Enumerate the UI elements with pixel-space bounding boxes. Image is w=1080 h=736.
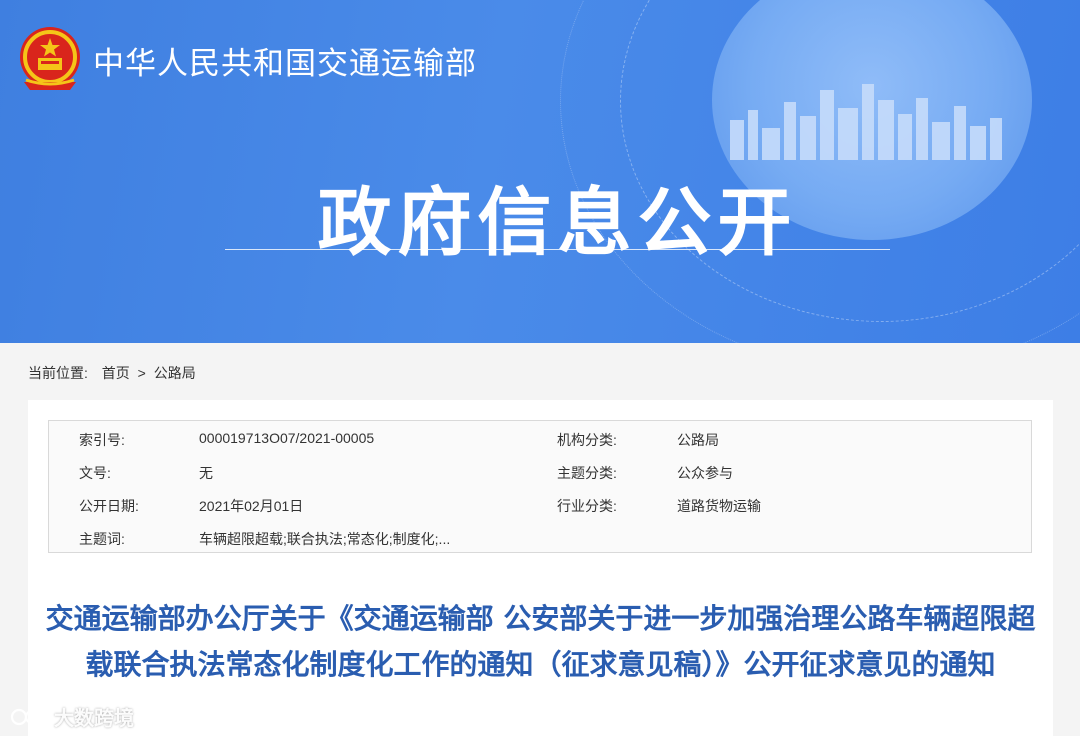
industry-category-value: 道路货物运输: [677, 498, 761, 514]
topic-category-label: 主题分类:: [557, 465, 617, 481]
org-category-value: 公路局: [677, 432, 719, 448]
section-title: 政府信息公开: [317, 180, 798, 266]
publish-date-label: 公开日期:: [79, 498, 139, 514]
breadcrumb-separator: >: [137, 365, 146, 381]
keywords-value: 车辆超限超载;联合执法;常态化;制度化;...: [199, 531, 451, 547]
org-category-label: 机构分类:: [557, 432, 617, 448]
watermark: 大数跨境: [8, 702, 134, 731]
index-no-value: 000019713O07/2021-00005: [199, 430, 375, 446]
metadata-row: 公开日期: 2021年02月01日 行业分类: 道路货物运输: [49, 487, 1031, 520]
metadata-row: 索引号: 000019713O07/2021-00005 机构分类: 公路局: [49, 421, 1031, 454]
breadcrumb-label: 当前位置:: [28, 365, 88, 381]
industry-category-label: 行业分类:: [557, 498, 617, 514]
doc-no-label: 文号:: [79, 465, 111, 481]
breadcrumb-link-highway-bureau[interactable]: 公路局: [154, 365, 196, 381]
keywords-label: 主题词:: [79, 531, 125, 547]
index-no-label: 索引号:: [79, 432, 125, 448]
ministry-name[interactable]: 中华人民共和国交通运输部: [93, 38, 477, 83]
title-divider: [225, 249, 890, 250]
city-skyline-graphic: [730, 84, 1002, 160]
watermark-text: 大数跨境: [54, 706, 134, 730]
breadcrumb: 当前位置: 首页 > 公路局: [28, 363, 196, 383]
metadata-row: 文号: 无 主题分类: 公众参与: [49, 454, 1031, 487]
document-metadata-table: 索引号: 000019713O07/2021-00005 机构分类: 公路局 文…: [48, 420, 1032, 553]
publish-date-value: 2021年02月01日: [199, 498, 304, 514]
doc-no-value: 无: [199, 465, 213, 481]
national-emblem-icon: [20, 27, 80, 90]
topic-category-value: 公众参与: [677, 465, 733, 481]
breadcrumb-link-home[interactable]: 首页: [102, 365, 130, 381]
metadata-row: 主题词: 车辆超限超载;联合执法;常态化;制度化;...: [49, 520, 1031, 553]
watermark-logo-icon: [10, 708, 48, 725]
document-title: 交通运输部办公厅关于《交通运输部 公安部关于进一步加强治理公路车辆超限超载联合执…: [45, 602, 1036, 681]
header-banner: 中华人民共和国交通运输部 政府信息公开: [0, 0, 1080, 343]
content-card: 索引号: 000019713O07/2021-00005 机构分类: 公路局 文…: [28, 400, 1053, 736]
